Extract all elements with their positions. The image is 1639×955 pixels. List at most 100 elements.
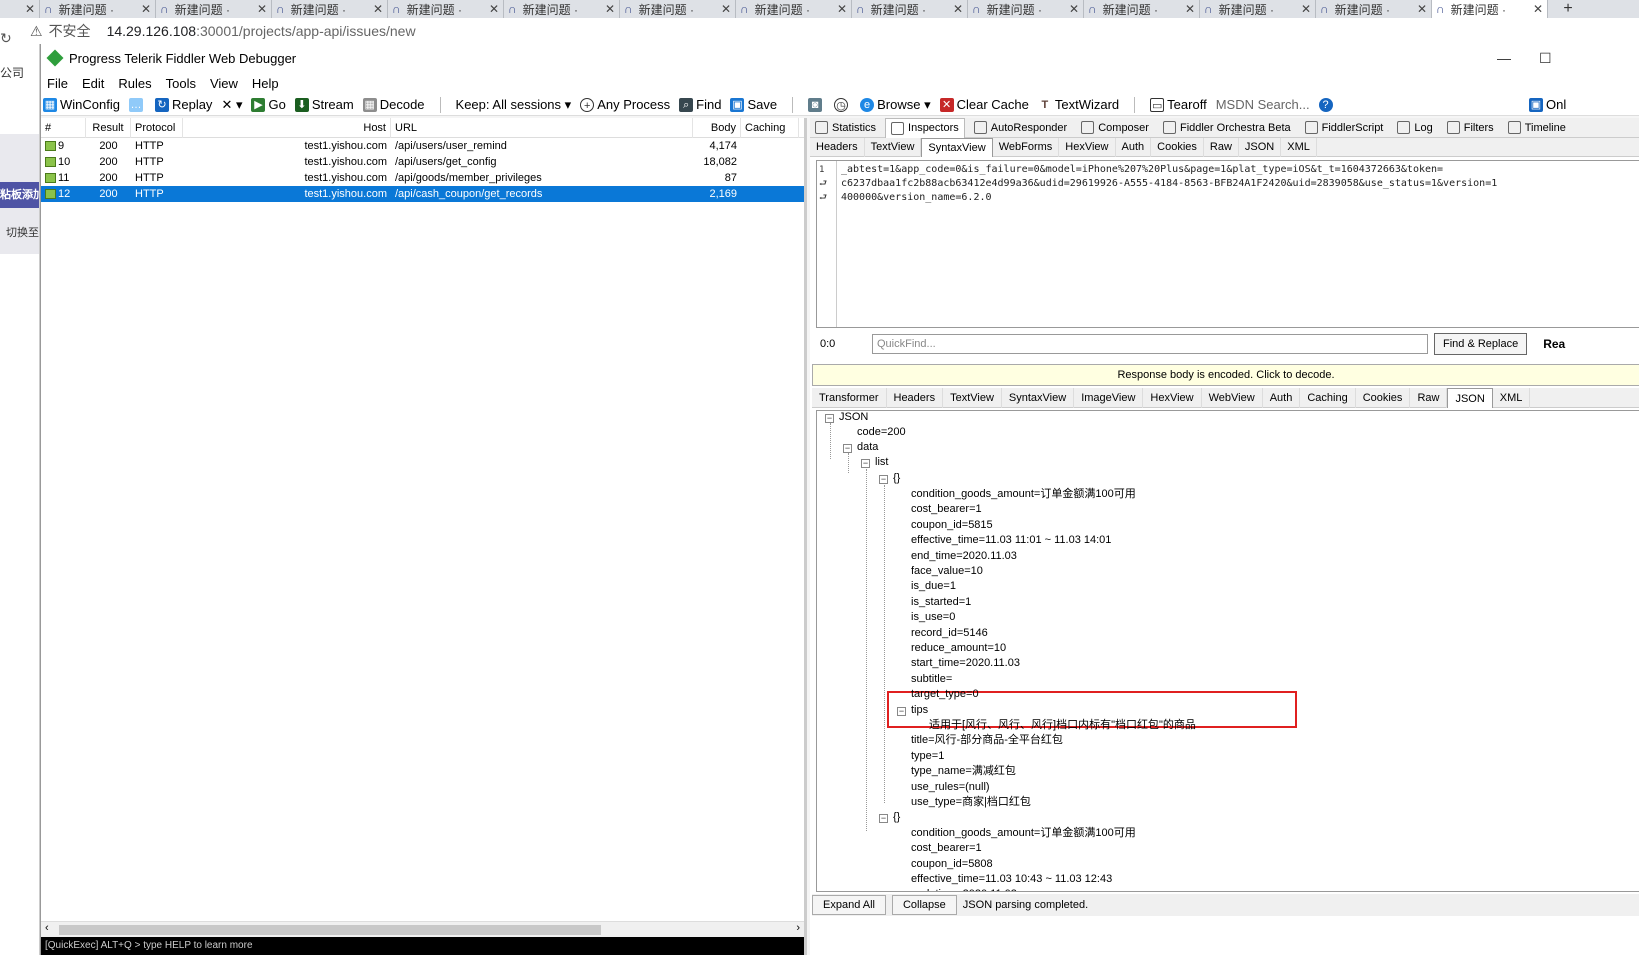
response-tab[interactable]: Auth (1263, 387, 1301, 408)
address-bar[interactable]: ⚠ 不安全 14.29.126.108 :30001/projects/app-… (0, 18, 1639, 44)
quickexec-bar[interactable]: [QuickExec] ALT+Q > type HELP to learn m… (41, 937, 804, 955)
inspector-tab[interactable]: Fiddler Orchestra Beta (1158, 118, 1296, 138)
minimize-icon[interactable]: — (1497, 50, 1511, 66)
browser-tab[interactable]: ∩ 新建问题 · ✕ (388, 0, 504, 18)
collapse-toggle-icon[interactable]: − (843, 444, 852, 453)
inspector-tab[interactable]: Filters (1442, 118, 1499, 138)
winconfig-button[interactable]: ▦ WinConfig (43, 97, 120, 112)
column-header[interactable]: Caching (741, 117, 799, 138)
close-icon[interactable]: ✕ (1185, 2, 1195, 16)
session-row[interactable]: 11 200 HTTP test1.yishou.com/api/goods/memb… (41, 170, 804, 186)
column-header[interactable]: Host (183, 117, 391, 138)
tearoff-button[interactable]: ▭ Tearoff (1150, 97, 1207, 112)
stream-button[interactable]: ⬇ Stream (294, 97, 354, 112)
browser-tab[interactable]: ∩ 新建问题 · ✕ (156, 0, 272, 18)
request-tab[interactable]: Raw (1204, 137, 1239, 157)
find-button[interactable]: ⌕ Find (679, 97, 721, 112)
browser-tab[interactable]: ∩ 新建问题 · ✕ (620, 0, 736, 18)
close-icon[interactable]: ✕ (257, 2, 267, 16)
browser-tab[interactable]: ∩ 新建问题 · ✕ (1316, 0, 1432, 18)
response-tab[interactable]: XML (1493, 387, 1531, 408)
timer-button[interactable]: ◷ (834, 97, 851, 112)
browser-tab[interactable]: ∩ 新建问题 · ✕ (504, 0, 620, 18)
page-switch-link[interactable]: 切换至 (6, 224, 39, 240)
quickfind-input[interactable]: QuickFind... (872, 334, 1428, 354)
response-tab[interactable]: Caching (1300, 387, 1356, 408)
request-tab[interactable]: Headers (810, 137, 865, 157)
browser-tab[interactable]: ∩ 新建问题 · ✕ (272, 0, 388, 18)
find-replace-button[interactable]: Find & Replace (1434, 333, 1528, 355)
textwizard-button[interactable]: T TextWizard (1037, 97, 1119, 112)
browser-tab[interactable]: ∩ 新建问题 · ✕ (852, 0, 968, 18)
inspector-tab[interactable]: Composer (1076, 118, 1154, 138)
response-tab[interactable]: Headers (887, 387, 944, 408)
menu-item-edit[interactable]: Edit (82, 76, 104, 91)
request-tab[interactable]: WebForms (993, 137, 1060, 157)
close-icon[interactable]: ✕ (953, 2, 963, 16)
go-button[interactable]: ▶ Go (251, 97, 286, 112)
help-button[interactable]: ? (1318, 97, 1336, 112)
response-tab[interactable]: SyntaxView (1002, 387, 1075, 408)
page-purple-button[interactable]: 粘板添加 (0, 182, 39, 208)
menu-item-file[interactable]: File (47, 76, 68, 91)
request-tab[interactable]: SyntaxView (921, 137, 993, 157)
screenshot-button[interactable]: ◙ (808, 97, 825, 112)
session-row[interactable]: 10 200 HTTP test1.yishou.com/api/users/get_… (41, 154, 804, 170)
close-icon[interactable]: ✕ (1301, 2, 1311, 16)
inspector-tab[interactable]: Statistics (810, 118, 881, 138)
close-icon[interactable]: ✕ (837, 2, 847, 16)
msdn-search-input[interactable]: MSDN Search... (1216, 97, 1310, 112)
browser-tab[interactable]: ✕ (0, 0, 40, 18)
close-icon[interactable]: ✕ (721, 2, 731, 16)
inspector-tab[interactable]: Inspectors (885, 117, 965, 138)
request-syntax-view[interactable]: 1 ⮐ ⮐ _abtest=1&app_code=0&is_failure=0&mo… (816, 160, 1639, 328)
response-tab[interactable]: Raw (1410, 387, 1448, 408)
session-row[interactable]: 9 200 HTTP test1.yishou.com/api/users/user_… (41, 138, 804, 154)
response-tab[interactable]: WebView (1202, 387, 1263, 408)
request-tab[interactable]: HexView (1059, 137, 1116, 157)
browser-tab[interactable]: ∩ 新建问题 · ✕ (1200, 0, 1316, 18)
collapse-toggle-icon[interactable]: − (897, 706, 906, 716)
menu-item-help[interactable]: Help (252, 76, 279, 91)
close-icon[interactable]: ✕ (489, 2, 499, 16)
close-icon[interactable]: ✕ (141, 2, 151, 16)
comment-button[interactable]: … (128, 97, 146, 112)
browser-tab[interactable]: ∩ 新建问题 · ✕ (40, 0, 156, 18)
collapse-toggle-icon[interactable]: − (825, 414, 834, 423)
close-icon[interactable]: ✕ (1069, 2, 1079, 16)
new-tab-icon[interactable]: + (1548, 0, 1588, 18)
any-process-button[interactable]: + Any Process (580, 97, 670, 112)
response-tab[interactable]: HexView (1143, 387, 1202, 408)
scroll-thumb[interactable] (59, 925, 601, 935)
close-icon[interactable]: ✕ (1533, 2, 1543, 16)
response-tab[interactable]: TextView (943, 387, 1002, 408)
close-icon[interactable]: ✕ (373, 2, 383, 16)
response-tab[interactable]: ImageView (1074, 387, 1144, 408)
browser-tab[interactable]: ∩ 新建问题 · ✕ (736, 0, 852, 18)
menu-item-rules[interactable]: Rules (118, 76, 151, 91)
replay-button[interactable]: ↻ Replay (154, 97, 212, 112)
browser-tab[interactable]: ∩ 新建问题 · ✕ (968, 0, 1084, 18)
response-tab[interactable]: Cookies (1356, 387, 1411, 408)
save-button[interactable]: ▣ Save (730, 97, 777, 112)
close-icon[interactable]: ✕ (25, 2, 35, 16)
response-tab[interactable]: JSON (1447, 387, 1493, 408)
collapse-toggle-icon[interactable]: − (879, 814, 888, 824)
clear-cache-button[interactable]: ✕ Clear Cache (939, 97, 1029, 112)
menu-item-tools[interactable]: Tools (166, 76, 196, 91)
collapse-button[interactable]: Collapse (891, 895, 957, 915)
session-row[interactable]: 12 200 HTTP test1.yishou.com/api/cash_coupo… (41, 186, 804, 202)
request-tab[interactable]: Cookies (1151, 137, 1204, 157)
request-tab[interactable]: XML (1281, 137, 1317, 157)
request-tab[interactable]: JSON (1239, 137, 1282, 157)
expand-all-button[interactable]: Expand All (812, 895, 886, 915)
collapse-toggle-icon[interactable]: − (861, 459, 870, 468)
column-header[interactable]: # (41, 117, 86, 138)
browser-tab[interactable]: ∩ 新建问题 · ✕ (1084, 0, 1200, 18)
online-button[interactable]: ▣ Onl (1529, 97, 1566, 112)
browser-tab[interactable]: ∩ 新建问题 · ✕ (1432, 0, 1548, 18)
column-header[interactable]: Body (693, 117, 741, 138)
close-icon[interactable]: ✕ (605, 2, 615, 16)
inspector-tab[interactable]: AutoResponder (969, 118, 1072, 138)
column-header[interactable]: Result (86, 117, 131, 138)
